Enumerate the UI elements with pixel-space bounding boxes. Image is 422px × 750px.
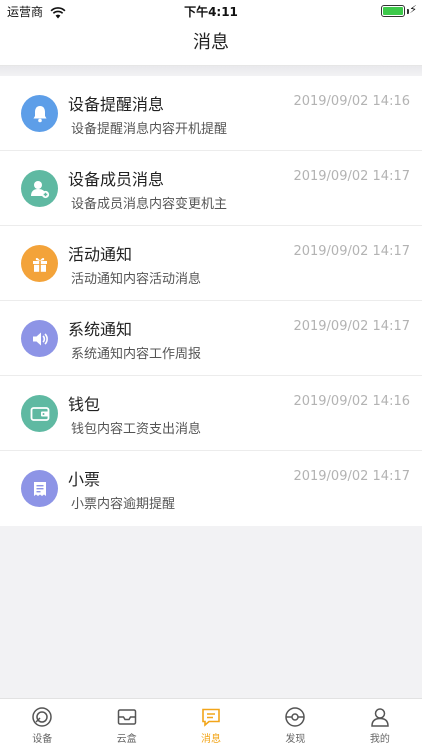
- bell-icon: [21, 95, 58, 132]
- message-subtitle: 设备提醒消息内容开机提醒: [71, 122, 228, 137]
- message-title: 系统通知: [68, 320, 133, 339]
- member-icon: [21, 170, 58, 207]
- tab-label: 设备: [32, 734, 53, 745]
- tab-bar: 设备 云盒 消息 发现 我的: [0, 698, 422, 750]
- status-bar: 运营商 下午4:11 ⚡: [0, 0, 422, 22]
- page-title: 消息: [193, 32, 229, 53]
- message-title: 设备提醒消息: [68, 95, 165, 114]
- cloud-box-icon: [116, 706, 138, 728]
- tab-device[interactable]: 设备: [0, 699, 84, 750]
- message-icon: [200, 706, 222, 728]
- message-title: 钱包: [68, 395, 101, 414]
- profile-icon: [369, 706, 391, 728]
- wallet-icon: [21, 395, 58, 432]
- charging-icon: ⚡: [409, 3, 417, 16]
- message-item-device-member[interactable]: 设备成员消息 2019/09/02 14:17 设备成员消息内容变更机主: [0, 151, 422, 226]
- message-time: 2019/09/02 14:17: [293, 244, 410, 259]
- message-time: 2019/09/02 14:17: [293, 319, 410, 334]
- message-subtitle: 系统通知内容工作周报: [71, 347, 202, 362]
- message-title: 设备成员消息: [68, 170, 165, 189]
- message-item-system[interactable]: 系统通知 2019/09/02 14:17 系统通知内容工作周报: [0, 301, 422, 376]
- message-subtitle: 钱包内容工资支出消息: [71, 422, 202, 437]
- message-item-activity[interactable]: 活动通知 2019/09/02 14:17 活动通知内容活动消息: [0, 226, 422, 301]
- message-time: 2019/09/02 14:17: [293, 169, 410, 184]
- receipt-icon: [21, 470, 58, 507]
- status-time: 下午4:11: [184, 5, 238, 19]
- tab-label: 消息: [201, 734, 222, 745]
- device-icon: [31, 706, 53, 728]
- gift-icon: [21, 245, 58, 282]
- tab-label: 云盒: [116, 734, 137, 745]
- message-subtitle: 活动通知内容活动消息: [71, 272, 202, 287]
- tab-label: 我的: [369, 734, 390, 745]
- tab-profile[interactable]: 我的: [338, 699, 422, 750]
- message-item-receipt[interactable]: 小票 2019/09/02 14:17 小票内容逾期提醒: [0, 451, 422, 526]
- battery-icon: [381, 5, 405, 17]
- nav-shadow: [0, 66, 422, 76]
- speaker-icon: [21, 320, 58, 357]
- tab-messages[interactable]: 消息: [169, 699, 253, 750]
- tab-discover[interactable]: 发现: [253, 699, 337, 750]
- tab-label: 发现: [285, 734, 306, 745]
- message-time: 2019/09/02 14:16: [293, 94, 410, 109]
- message-list: 设备提醒消息 2019/09/02 14:16 设备提醒消息内容开机提醒 设备成…: [0, 76, 422, 526]
- message-time: 2019/09/02 14:17: [293, 469, 410, 484]
- message-subtitle: 小票内容逾期提醒: [71, 497, 176, 512]
- message-item-wallet[interactable]: 钱包 2019/09/02 14:16 钱包内容工资支出消息: [0, 376, 422, 451]
- message-title: 活动通知: [68, 245, 133, 264]
- tab-cloud-box[interactable]: 云盒: [84, 699, 168, 750]
- navigation-bar: 消息: [0, 22, 422, 66]
- message-subtitle: 设备成员消息内容变更机主: [71, 197, 228, 212]
- message-title: 小票: [68, 470, 101, 489]
- message-item-device-reminder[interactable]: 设备提醒消息 2019/09/02 14:16 设备提醒消息内容开机提醒: [0, 76, 422, 151]
- discover-icon: [284, 706, 306, 728]
- message-time: 2019/09/02 14:16: [293, 394, 410, 409]
